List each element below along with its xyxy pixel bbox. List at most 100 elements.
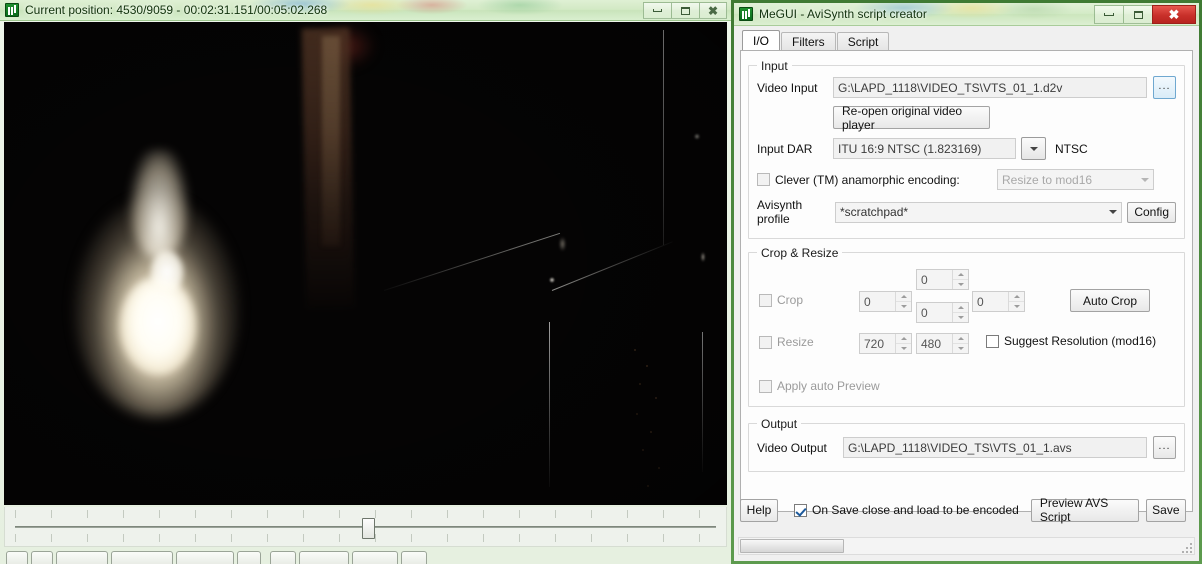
crop-top-value: 0 xyxy=(921,272,928,287)
player-button-2[interactable] xyxy=(31,551,53,564)
resize-grip-icon[interactable] xyxy=(1179,540,1192,553)
video-frame xyxy=(4,22,727,505)
crop-left-spinner[interactable]: 0 xyxy=(859,291,912,312)
video-output-label: Video Output xyxy=(757,440,827,455)
player-button-row xyxy=(6,551,726,564)
spinner-up-icon xyxy=(900,295,907,298)
spinner-arrows[interactable] xyxy=(1008,292,1024,311)
crop-top-spinner[interactable]: 0 xyxy=(916,269,969,290)
player-button-10[interactable] xyxy=(401,551,427,564)
profile-config-button[interactable]: Config xyxy=(1127,201,1176,223)
spinner-down-icon xyxy=(957,283,964,286)
suggest-resolution-checkbox[interactable]: Suggest Resolution (mod16) xyxy=(986,334,1156,348)
scrollbar-thumb[interactable] xyxy=(740,539,844,553)
player-button-6[interactable] xyxy=(237,551,261,564)
video-output-browse-button[interactable]: ... xyxy=(1153,436,1176,459)
on-save-close-checkbox[interactable]: On Save close and load to be encoded xyxy=(794,503,1019,517)
minimize-button[interactable] xyxy=(643,2,671,19)
resize-height-spinner[interactable]: 480 xyxy=(916,333,969,354)
crop-resize-group-legend: Crop & Resize xyxy=(757,246,843,260)
help-button[interactable]: Help xyxy=(740,498,778,522)
spinner-up-icon xyxy=(900,337,907,340)
close-button[interactable]: ✖ xyxy=(1152,5,1196,24)
megui-window-controls: ✖ xyxy=(1094,5,1196,24)
spinner-up-icon xyxy=(1013,295,1020,298)
spinner-down-icon xyxy=(900,305,907,308)
avisynth-profile-combo[interactable]: *scratchpad* xyxy=(835,201,1123,223)
spinner-up-icon xyxy=(957,306,964,309)
megui-app-icon xyxy=(739,7,753,21)
output-group: Output Video Output G:\LAPD_1118\VIDEO_T… xyxy=(748,417,1185,472)
video-input-browse-button[interactable]: ... xyxy=(1153,76,1176,99)
resize-checkbox[interactable]: Resize xyxy=(759,335,814,349)
reopen-video-player-button[interactable]: Re-open original video player xyxy=(833,104,990,132)
spinner-down-icon xyxy=(900,347,907,350)
apply-auto-preview-checkbox[interactable]: Apply auto Preview xyxy=(759,379,880,393)
close-button[interactable]: ✖ xyxy=(699,2,727,19)
maximize-icon xyxy=(681,6,690,15)
tab-script-label: Script xyxy=(847,35,879,49)
megui-client-area: I/O Filters Script Input Video Input G:\… xyxy=(734,26,1199,561)
avisynth-profile-value: *scratchpad* xyxy=(840,205,909,219)
player-window-controls: ✖ xyxy=(643,2,727,19)
spinner-arrows[interactable] xyxy=(952,334,968,353)
crop-label: Crop xyxy=(777,293,804,307)
player-title-bar[interactable]: Current position: 4530/9059 - 00:02:31.1… xyxy=(0,0,731,21)
crop-bottom-value: 0 xyxy=(921,305,928,320)
close-icon: ✖ xyxy=(1168,7,1180,22)
clever-mode-combo: Resize to mod16 xyxy=(997,169,1154,190)
auto-crop-button[interactable]: Auto Crop xyxy=(1070,289,1150,312)
video-player-window: Current position: 4530/9059 - 00:02:31.1… xyxy=(0,0,731,564)
player-button-3[interactable] xyxy=(56,551,108,564)
maximize-button[interactable] xyxy=(1123,5,1152,24)
tab-io[interactable]: I/O xyxy=(742,30,781,51)
tab-filters[interactable]: Filters xyxy=(781,32,836,51)
video-preview[interactable] xyxy=(4,22,727,505)
spinner-down-icon xyxy=(957,347,964,350)
screen: Current position: 4530/9059 - 00:02:31.1… xyxy=(0,0,1202,564)
apply-auto-preview-label: Apply auto Preview xyxy=(777,379,880,393)
timeline-ticks-top xyxy=(15,510,716,518)
player-button-9[interactable] xyxy=(352,551,398,564)
chevron-down-icon xyxy=(1104,202,1121,223)
checkbox-icon xyxy=(759,379,772,393)
player-button-1[interactable] xyxy=(6,551,28,564)
player-button-5[interactable] xyxy=(176,551,234,564)
crop-right-spinner[interactable]: 0 xyxy=(972,291,1025,312)
spinner-arrows[interactable] xyxy=(895,292,911,311)
horizontal-scrollbar[interactable] xyxy=(738,537,1195,555)
avisynth-profile-label: Avisynth profile xyxy=(757,198,803,226)
video-output-field[interactable]: G:\LAPD_1118\VIDEO_TS\VTS_01_1.avs xyxy=(843,437,1147,458)
resize-width-spinner[interactable]: 720 xyxy=(859,333,912,354)
maximize-button[interactable] xyxy=(671,2,699,19)
checkbox-icon xyxy=(759,335,772,349)
player-button-7[interactable] xyxy=(270,551,296,564)
video-input-field[interactable]: G:\LAPD_1118\VIDEO_TS\VTS_01_1.d2v xyxy=(833,77,1147,98)
crop-right-value: 0 xyxy=(977,294,984,309)
checkbox-icon xyxy=(757,173,770,186)
crop-left-value: 0 xyxy=(864,294,871,309)
close-icon: ✖ xyxy=(707,3,719,18)
save-button[interactable]: Save xyxy=(1145,498,1186,522)
clever-anamorphic-label: Clever (TM) anamorphic encoding: xyxy=(775,172,960,187)
input-dar-value[interactable]: ITU 16:9 NTSC (1.823169) xyxy=(833,138,1016,159)
maximize-icon xyxy=(1133,10,1143,19)
tab-script[interactable]: Script xyxy=(836,32,890,51)
preview-avs-script-button[interactable]: Preview AVS Script xyxy=(1030,496,1139,524)
minimize-button[interactable] xyxy=(1094,5,1123,24)
spinner-arrows[interactable] xyxy=(895,334,911,353)
clever-anamorphic-checkbox[interactable]: Clever (TM) anamorphic encoding: xyxy=(757,173,997,187)
timeline-ticks-bottom xyxy=(15,534,716,542)
spinner-arrows[interactable] xyxy=(952,270,968,289)
chevron-down-icon xyxy=(1029,146,1038,151)
player-button-8[interactable] xyxy=(299,551,349,564)
input-dar-dropdown-button[interactable] xyxy=(1021,137,1046,160)
megui-title-bar[interactable]: MeGUI - AviSynth script creator ✖ xyxy=(734,3,1199,26)
checkbox-icon xyxy=(794,503,807,517)
on-save-close-label: On Save close and load to be encoded xyxy=(812,503,1019,517)
spinner-arrows[interactable] xyxy=(952,303,968,322)
crop-checkbox[interactable]: Crop xyxy=(759,293,803,307)
crop-bottom-spinner[interactable]: 0 xyxy=(916,302,969,323)
player-button-4[interactable] xyxy=(111,551,173,564)
crop-resize-group: Crop & Resize Crop 0 0 0 0 Auto Crop Res… xyxy=(748,246,1185,407)
